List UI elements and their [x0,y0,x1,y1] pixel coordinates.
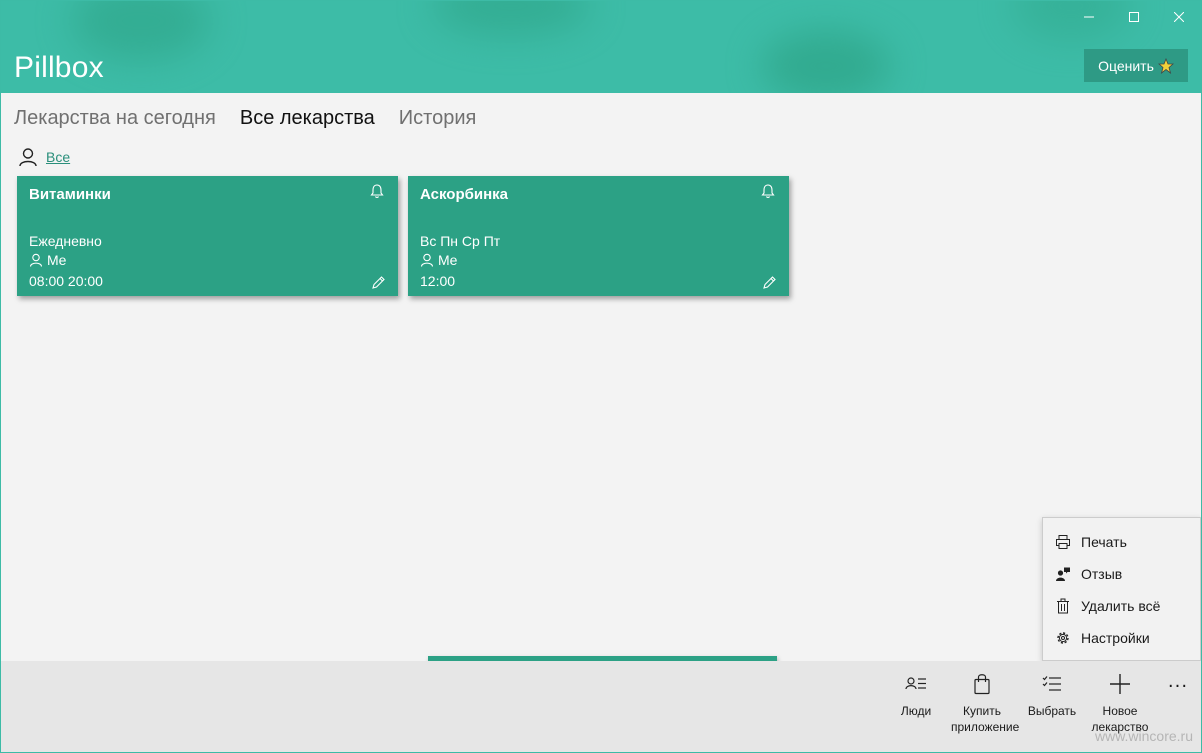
select-label: Выбрать [1027,704,1077,718]
medicine-times: 12:00 [420,273,456,289]
minimize-button[interactable] [1066,1,1111,33]
people-button[interactable]: Люди [885,673,947,719]
medicine-schedule: Ежедневно [29,233,102,249]
person-icon [420,253,434,267]
new-medicine-button[interactable]: Новое лекарство [1089,673,1151,735]
rate-button[interactable]: Оценить [1084,49,1188,82]
app-window: Pillbox Оценить Лекарства на сегодня Все… [0,0,1202,753]
menu-item-feedback[interactable]: Отзыв [1043,558,1200,590]
tab-history[interactable]: История [399,107,477,130]
medicine-card[interactable]: Витаминки Ежедневно Me 08:00 20:00 [17,176,398,296]
buy-app-button[interactable]: Купить приложение [951,673,1019,735]
tab-all-medicines[interactable]: Все лекарства [240,107,375,130]
shopping-bag-icon [974,674,990,695]
medicine-person-name: Me [438,252,458,268]
person-filter: Все [18,147,70,167]
printer-icon [1056,535,1070,549]
maximize-icon [1128,12,1139,22]
star-icon [1157,57,1174,74]
medicine-times: 08:00 20:00 [29,273,103,289]
close-icon [1173,12,1184,22]
medicine-title: Аскорбинка [420,186,509,203]
medicine-person: Me [420,252,457,268]
minimize-icon [1083,16,1094,18]
trash-icon [1057,598,1069,614]
header-decoration [761,31,891,93]
person-icon [19,148,37,167]
menu-item-delete-all[interactable]: Удалить всё [1043,590,1200,622]
medicine-title: Витаминки [29,186,111,203]
people-label: Люди [900,704,932,718]
feedback-icon [1056,567,1070,581]
menu-item-print[interactable]: Печать [1043,526,1200,558]
medicine-person: Me [29,252,66,268]
more-options-button[interactable]: ··· [1161,676,1195,697]
app-header: Pillbox Оценить [1,1,1201,93]
close-button[interactable] [1156,1,1201,33]
multi-select-icon [1042,676,1061,691]
menu-label: Удалить всё [1081,598,1161,614]
medicine-schedule: Вс Пн Ср Пт [420,233,501,249]
menu-label: Настройки [1081,630,1150,646]
select-button[interactable]: Выбрать [1021,673,1083,719]
medicine-card[interactable]: Аскорбинка Вс Пн Ср Пт Me 12:00 [408,176,789,296]
app-title: Pillbox [14,51,104,84]
plus-icon [1110,674,1130,694]
bell-icon[interactable] [761,183,775,199]
watermark: www.wincore.ru [1094,728,1193,744]
edit-icon[interactable] [762,275,777,290]
overflow-menu: Печать Отзыв Удалить всё Настройки [1042,517,1201,661]
menu-label: Отзыв [1081,566,1123,582]
menu-item-settings[interactable]: Настройки [1043,622,1200,654]
people-list-icon [905,677,926,690]
header-decoration [431,1,591,36]
filter-all-link[interactable]: Все [46,149,70,165]
medicine-person-name: Me [47,252,67,268]
gear-icon [1057,632,1069,644]
tab-today[interactable]: Лекарства на сегодня [14,107,216,130]
command-bar: Люди Купить приложение Выбрать Новое лек… [1,661,1201,752]
buy-app-label: Купить приложение [951,704,1020,734]
bell-icon[interactable] [370,183,384,199]
menu-label: Печать [1081,534,1127,550]
rate-label: Оценить [1098,57,1154,74]
person-icon [29,253,43,267]
edit-icon[interactable] [371,275,386,290]
window-controls [1066,1,1201,33]
maximize-button[interactable] [1111,1,1156,33]
tab-bar: Лекарства на сегодня Все лекарства Истор… [14,107,476,130]
